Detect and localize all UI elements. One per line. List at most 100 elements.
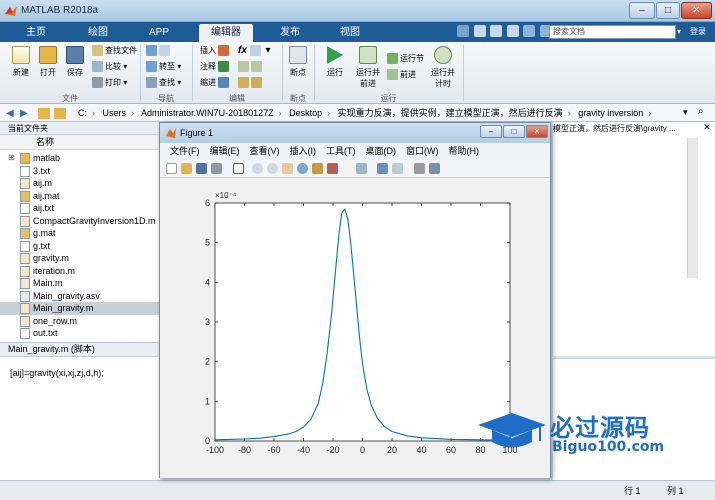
file-icon: [20, 290, 30, 302]
new-button[interactable]: 新建: [8, 46, 34, 78]
print-figure-icon[interactable]: [211, 163, 222, 174]
indent-button[interactable]: 缩进: [200, 76, 231, 90]
run-section-button[interactable]: 运行节: [387, 52, 424, 66]
find-files-button[interactable]: 查找文件: [92, 44, 137, 58]
tab-publish[interactable]: 发布: [268, 24, 312, 42]
cut-icon[interactable]: [473, 25, 486, 37]
zoom-out-icon[interactable]: [267, 163, 278, 174]
run-and-advance-button[interactable]: 运行并 前进: [354, 46, 382, 89]
new-figure-icon[interactable]: [166, 163, 177, 174]
show-plot-tools-icon[interactable]: [429, 163, 440, 174]
menu-tools[interactable]: 工具(T): [326, 146, 356, 156]
run-and-time-button[interactable]: 运行并 计时: [429, 46, 457, 89]
advance-button[interactable]: 前进: [387, 68, 416, 82]
current-folder-path[interactable]: C: › Users › Administrator.WIN7U-20180127Z…: [78, 107, 656, 120]
print-button[interactable]: 打印 ▾: [92, 76, 127, 90]
path-dropdown-icon[interactable]: ▾: [683, 107, 688, 118]
file-item[interactable]: Main_gravity.asv: [0, 290, 160, 303]
brush-icon[interactable]: [327, 163, 338, 174]
format-buttons[interactable]: [238, 60, 264, 74]
path-segment[interactable]: Administrator.WIN7U-20180127Z: [141, 108, 274, 118]
menu-view[interactable]: 查看(V): [250, 146, 280, 156]
copy-icon[interactable]: [490, 25, 503, 37]
path-segment[interactable]: 实现重力反演，提供实例，建立模型正演，然后进行反演: [338, 108, 563, 118]
file-item[interactable]: g.txt: [0, 240, 160, 253]
menu-window[interactable]: 窗口(W): [406, 146, 439, 156]
legend-icon[interactable]: [392, 163, 403, 174]
insert-button[interactable]: 插入: [200, 44, 231, 58]
expand-icon[interactable]: ⊞: [8, 152, 15, 165]
save-button[interactable]: 保存: [63, 46, 87, 78]
file-item[interactable]: aij.txt: [0, 202, 160, 215]
colorbar-icon[interactable]: [377, 163, 388, 174]
save-icon[interactable]: [457, 25, 469, 37]
sign-in-link[interactable]: 登录: [690, 26, 706, 37]
close-button[interactable]: ✕: [681, 2, 712, 19]
file-item[interactable]: ⊞ matlab: [0, 152, 160, 165]
tab-editor[interactable]: 编辑器: [199, 24, 253, 42]
tab-apps[interactable]: APP: [137, 24, 181, 42]
maximize-button[interactable]: □: [656, 2, 680, 19]
menu-edit[interactable]: 编辑(E): [210, 146, 240, 156]
file-item[interactable]: gravity.m: [0, 252, 160, 265]
browse-folder-icon[interactable]: [54, 108, 66, 119]
undo-icon[interactable]: [523, 25, 536, 37]
find-button[interactable]: 查找 ▾: [146, 76, 181, 90]
compare-button[interactable]: 比较 ▾: [92, 60, 127, 74]
figure-minimize-button[interactable]: –: [480, 125, 502, 138]
name-column-header[interactable]: 名称: [0, 135, 160, 150]
pan-icon[interactable]: [282, 163, 293, 174]
menu-help[interactable]: 帮助(H): [449, 146, 480, 156]
fx-button[interactable]: fx ▾: [238, 44, 271, 58]
file-item[interactable]: Main_gravity.m: [0, 302, 160, 315]
tab-plots[interactable]: 绘图: [76, 24, 120, 42]
hide-plot-tools-icon[interactable]: [414, 163, 425, 174]
open-button[interactable]: 打开: [36, 46, 60, 78]
tab-view[interactable]: 视图: [328, 24, 372, 42]
run-button[interactable]: 运行: [322, 46, 348, 78]
file-item[interactable]: out.txt: [0, 327, 160, 340]
editor-scrollbar[interactable]: [687, 138, 698, 278]
back-forward-buttons[interactable]: [146, 44, 172, 58]
link-plot-icon[interactable]: [356, 163, 367, 174]
advance-label: 前进: [400, 70, 416, 79]
path-segment[interactable]: Users: [103, 108, 127, 118]
menu-insert[interactable]: 插入(I): [290, 146, 317, 156]
figure-close-button[interactable]: ✕: [526, 125, 548, 138]
back-arrow-icon[interactable]: ◀: [6, 108, 18, 119]
breakpoints-button[interactable]: 断点: [285, 46, 311, 78]
rotate-3d-icon[interactable]: [297, 163, 308, 174]
save-figure-icon[interactable]: [196, 163, 207, 174]
file-item[interactable]: CompactGravityInversion1D.m: [0, 215, 160, 228]
tab-home[interactable]: 主页: [14, 24, 58, 42]
path-segment[interactable]: gravity inversion: [578, 108, 643, 118]
forward-arrow-icon[interactable]: ▶: [20, 108, 32, 119]
path-segment[interactable]: Desktop: [289, 108, 322, 118]
menu-file[interactable]: 文件(F): [170, 146, 200, 156]
file-item[interactable]: aij.m: [0, 177, 160, 190]
file-item[interactable]: iteration.m: [0, 265, 160, 278]
paste-icon[interactable]: [506, 25, 519, 37]
file-item[interactable]: g.mat: [0, 227, 160, 240]
goto-button[interactable]: 转至 ▾: [146, 60, 181, 74]
path-segment[interactable]: C:: [78, 108, 87, 118]
file-item[interactable]: one_row.m: [0, 315, 160, 328]
zoom-in-icon[interactable]: [252, 163, 263, 174]
search-dropdown-icon[interactable]: ▾: [677, 25, 686, 39]
menu-desktop[interactable]: 桌面(D): [366, 146, 397, 156]
indent-tools[interactable]: [238, 76, 264, 90]
file-item[interactable]: aij.mat: [0, 190, 160, 203]
file-item[interactable]: Main.m: [0, 277, 160, 290]
search-input[interactable]: 搜索文档: [549, 25, 676, 39]
search-folder-icon[interactable]: ⌕: [698, 106, 704, 117]
figure-maximize-button[interactable]: □: [503, 125, 525, 138]
edit-plot-icon[interactable]: [233, 163, 244, 174]
comment-button[interactable]: 注释: [200, 60, 231, 74]
file-icon: [20, 265, 30, 277]
minimize-button[interactable]: –: [629, 2, 655, 19]
open-file-icon[interactable]: [181, 163, 192, 174]
editor-close-icon[interactable]: ✕: [700, 122, 714, 135]
file-item[interactable]: 3.txt: [0, 165, 160, 178]
folder-up-icon[interactable]: [38, 108, 50, 119]
data-cursor-icon[interactable]: [312, 163, 323, 174]
